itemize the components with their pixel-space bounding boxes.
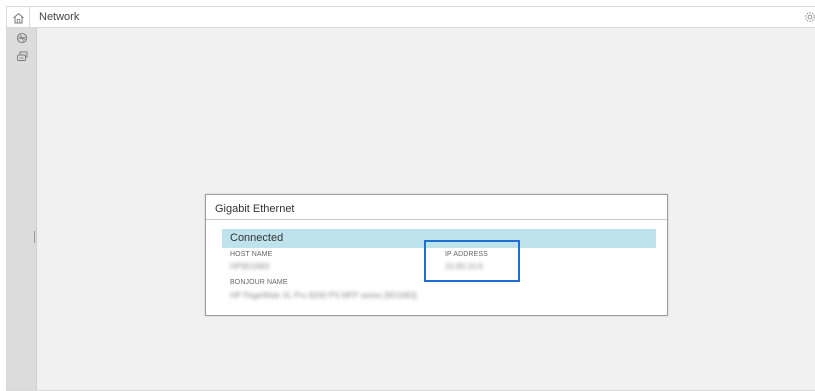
sidebar-item-print-queue[interactable] [7,47,37,66]
sidebar-item-network[interactable] [7,28,37,47]
home-icon [12,12,24,23]
dialog-divider [206,219,667,220]
home-button[interactable] [7,7,30,28]
dialog-title: Gigabit Ethernet [215,203,295,215]
print-queue-icon [16,51,27,61]
network-icon [16,32,28,43]
connection-status: Connected [230,232,284,244]
network-connection-dialog: Gigabit Ethernet Connected HOST NAME HP9… [205,194,668,316]
top-bar: Network [7,7,815,28]
ip-address-highlight [424,240,520,282]
host-name-value: HP9D1683 [230,262,270,271]
settings-button[interactable] [804,9,815,25]
bonjour-name-label: BONJOUR NAME [230,279,288,286]
page-title: Network [39,11,80,23]
bonjour-name-value: HP PageWide XL Pro 8200 PS MFP series [9… [230,291,417,300]
host-name-label: HOST NAME [230,251,273,258]
sidebar-resize-handle[interactable] [34,231,35,243]
sidebar [7,28,37,390]
app-window: Network Gigabit Ethernet Connected HOST … [6,6,815,391]
gear-icon [805,12,815,22]
